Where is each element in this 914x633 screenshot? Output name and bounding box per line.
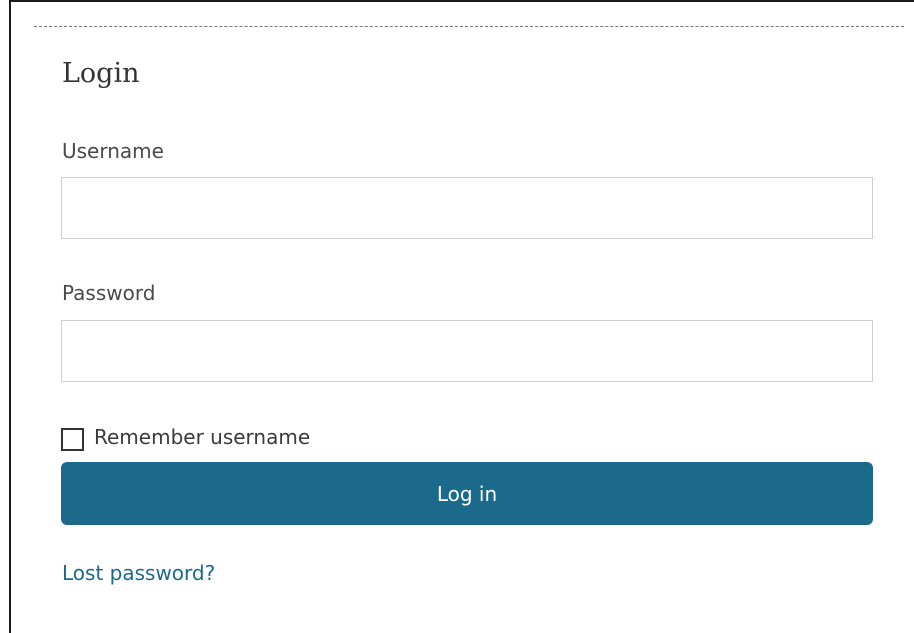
- page-frame: [9, 0, 914, 633]
- username-input[interactable]: [61, 177, 873, 239]
- remember-username-row[interactable]: Remember username: [61, 423, 310, 451]
- login-button[interactable]: Log in: [61, 462, 873, 525]
- login-title: Login: [62, 58, 140, 89]
- dashed-divider: [34, 26, 904, 27]
- lost-password-link[interactable]: Lost password?: [62, 561, 215, 585]
- remember-username-label[interactable]: Remember username: [94, 425, 310, 449]
- password-label: Password: [62, 281, 156, 305]
- username-label: Username: [62, 139, 164, 163]
- password-input[interactable]: [61, 320, 873, 382]
- remember-username-checkbox[interactable]: [61, 427, 84, 451]
